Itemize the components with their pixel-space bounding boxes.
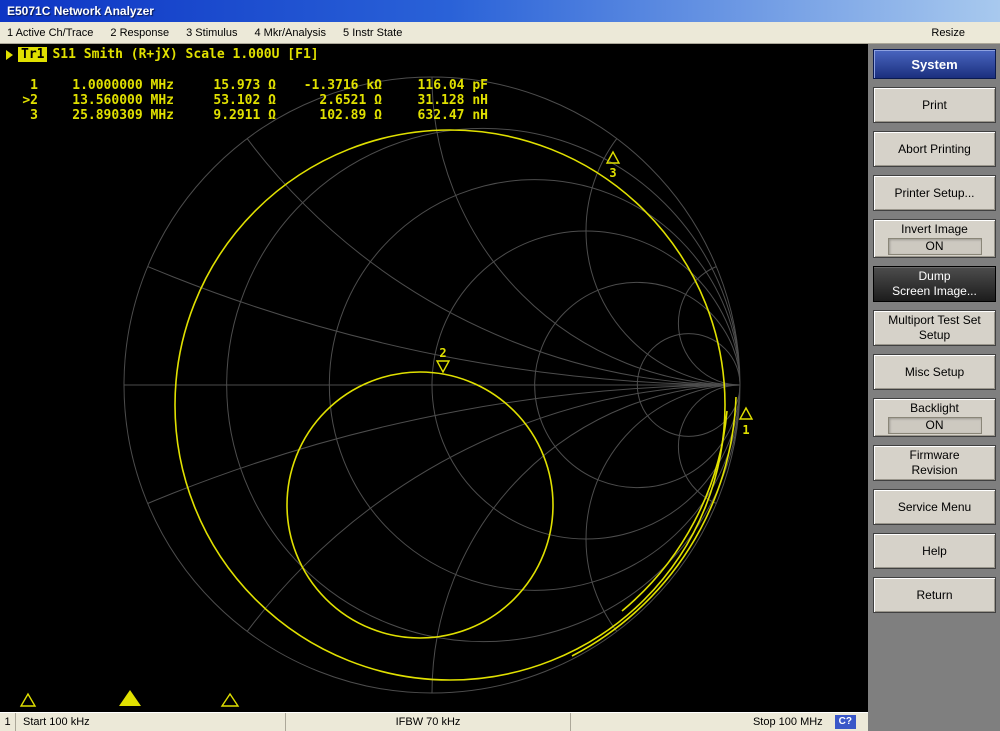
menu-bar: 1 Active Ch/Trace 2 Response 3 Stimulus … bbox=[0, 22, 1000, 44]
softkey-printer-setup[interactable]: Printer Setup... bbox=[873, 175, 996, 211]
trace-status-line: Tr1 S11 Smith (R+jX) Scale 1.000U [F1] bbox=[6, 47, 319, 62]
softkey-multiport-test-set-setup[interactable]: Multiport Test Set Setup bbox=[873, 310, 996, 346]
marker-3-label: 3 bbox=[609, 166, 616, 180]
menu-item-instr-state[interactable]: 5 Instr State bbox=[343, 27, 402, 39]
marker-equivalent: 116.04 pF bbox=[390, 78, 488, 93]
marker-3-stimulus-icon bbox=[222, 694, 238, 706]
backlight-state: ON bbox=[888, 417, 982, 434]
chart-markers: 1 2 3 bbox=[437, 152, 752, 437]
sweep-stop: Stop 100 MHz bbox=[753, 716, 823, 728]
menu-item-resize[interactable]: Resize bbox=[931, 27, 993, 39]
stimulus-markers bbox=[21, 690, 238, 706]
softkey-return[interactable]: Return bbox=[873, 577, 996, 613]
softkey-backlight[interactable]: Backlight ON bbox=[873, 398, 996, 437]
marker-select: 1 bbox=[12, 78, 38, 93]
status-center-section: IFBW 70 kHz bbox=[286, 713, 572, 731]
softkey-abort-printing[interactable]: Abort Printing bbox=[873, 131, 996, 167]
status-right-section: Stop 100 MHz C? bbox=[571, 713, 868, 731]
marker-reactance: 2.6521 Ω bbox=[280, 93, 382, 108]
smith-grid bbox=[0, 44, 868, 712]
trace-format-info: S11 Smith (R+jX) Scale 1.000U [F1] bbox=[52, 47, 318, 62]
window-title: E5071C Network Analyzer bbox=[7, 4, 154, 18]
softkey-misc-setup[interactable]: Misc Setup bbox=[873, 354, 996, 390]
marker-1-symbol bbox=[740, 408, 752, 419]
status-left-section: 1 Start 100 kHz bbox=[0, 713, 286, 731]
marker-readout-row: 3 25.890309 MHz 9.2911 Ω 102.89 Ω 632.47… bbox=[12, 108, 488, 123]
status-bar: 1 Start 100 kHz IFBW 70 kHz Stop 100 MHz… bbox=[0, 712, 868, 731]
softkey-service-menu[interactable]: Service Menu bbox=[873, 489, 996, 525]
softkey-sidebar: System Print Abort Printing Printer Setu… bbox=[868, 44, 1000, 731]
marker-frequency: 25.890309 MHz bbox=[46, 108, 174, 123]
smith-chart: 1 2 3 bbox=[0, 44, 868, 712]
softkey-menu-title: System bbox=[873, 49, 996, 79]
ifbw-readout: IFBW 70 kHz bbox=[396, 716, 461, 728]
app-window: E5071C Network Analyzer 1 Active Ch/Trac… bbox=[0, 0, 1000, 731]
title-bar: E5071C Network Analyzer bbox=[0, 0, 1000, 22]
marker-resistance: 15.973 Ω bbox=[182, 78, 276, 93]
softkey-dump-screen-image[interactable]: Dump Screen Image... bbox=[873, 266, 996, 302]
marker-readout-row: 1 1.0000000 MHz 15.973 Ω -1.3716 kΩ 116.… bbox=[12, 78, 488, 93]
marker-readout-row: >2 13.560000 MHz 53.102 Ω 2.6521 Ω 31.12… bbox=[12, 93, 488, 108]
marker-equivalent: 632.47 nH bbox=[390, 108, 488, 123]
marker-1-label: 1 bbox=[742, 423, 749, 437]
channel-number: 1 bbox=[0, 713, 16, 731]
invert-image-state: ON bbox=[888, 238, 982, 255]
trace-badge[interactable]: Tr1 bbox=[18, 47, 47, 62]
sweep-start: Start 100 kHz bbox=[16, 716, 90, 728]
marker-select: 3 bbox=[12, 108, 38, 123]
active-trace-arrow-icon bbox=[6, 50, 13, 60]
marker-2-symbol bbox=[437, 361, 449, 372]
marker-equivalent: 31.128 nH bbox=[390, 93, 488, 108]
cal-status-badge: C? bbox=[835, 715, 856, 729]
marker-frequency: 13.560000 MHz bbox=[46, 93, 174, 108]
s11-trace bbox=[175, 130, 736, 680]
softkey-firmware-revision[interactable]: Firmware Revision bbox=[873, 445, 996, 481]
marker-reactance: 102.89 Ω bbox=[280, 108, 382, 123]
menu-item-active-ch-trace[interactable]: 1 Active Ch/Trace bbox=[7, 27, 93, 39]
menu-item-response[interactable]: 2 Response bbox=[110, 27, 169, 39]
marker-frequency: 1.0000000 MHz bbox=[46, 78, 174, 93]
softkey-help[interactable]: Help bbox=[873, 533, 996, 569]
marker-select: >2 bbox=[12, 93, 38, 108]
marker-reactance: -1.3716 kΩ bbox=[280, 78, 382, 93]
marker-2-label: 2 bbox=[439, 346, 446, 360]
marker-resistance: 9.2911 Ω bbox=[182, 108, 276, 123]
marker-readout-table: 1 1.0000000 MHz 15.973 Ω -1.3716 kΩ 116.… bbox=[12, 78, 488, 123]
marker-2-stimulus-icon bbox=[119, 690, 141, 706]
marker-1-stimulus-icon bbox=[21, 694, 35, 706]
softkey-print[interactable]: Print bbox=[873, 87, 996, 123]
instrument-display: 1 2 3 Tr1 S11 Smith (R+jX) Scale 1.000U … bbox=[0, 44, 868, 712]
menu-item-mkr-analysis[interactable]: 4 Mkr/Analysis bbox=[254, 27, 326, 39]
softkey-invert-image[interactable]: Invert Image ON bbox=[873, 219, 996, 258]
menu-item-stimulus[interactable]: 3 Stimulus bbox=[186, 27, 237, 39]
marker-resistance: 53.102 Ω bbox=[182, 93, 276, 108]
